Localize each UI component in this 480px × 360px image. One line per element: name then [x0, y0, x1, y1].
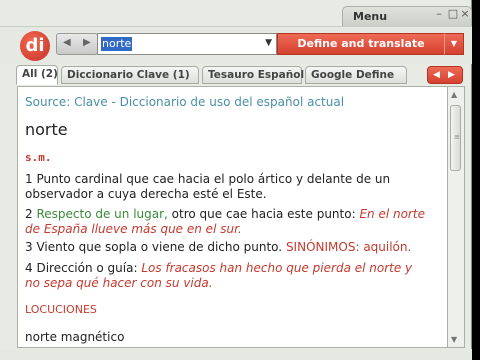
tab-diccionario-clave[interactable]: Diccionario Clave (1) [61, 66, 199, 84]
definition-item: 1 Punto cardinal que cae hacia el polo á… [25, 172, 425, 202]
source-link[interactable]: Clave - Diccionario de uso del español a… [74, 95, 344, 109]
definition-text: otro que cae hacia este punto: [167, 207, 356, 221]
search-input[interactable]: norte [101, 37, 133, 51]
definition-item: 4 Dirección o guía: Los fracasos han hec… [25, 261, 425, 291]
source-line: Source: Clave - Diccionario de uso del e… [25, 95, 344, 109]
minimize-button[interactable]: – [432, 8, 446, 20]
headword: norte [25, 120, 68, 139]
definition-number: 1 [25, 172, 33, 186]
grip-icon: ≡ [454, 133, 460, 141]
scroll-up-icon[interactable]: ▲ [451, 90, 457, 99]
vertical-scrollbar[interactable]: ▲ ≡ ▼ [448, 86, 465, 348]
app-window: Menu – □ × di ◀ ▶ norte ▼ Define and tra… [0, 0, 472, 360]
close-button[interactable]: × [458, 8, 472, 20]
app-logo: di [20, 31, 50, 61]
synonyms-label: SINÓNIMOS: [282, 240, 360, 254]
definition-number: 2 [25, 207, 33, 221]
definition-item: 3 Viento que sopla o viene de dicho punt… [25, 240, 425, 255]
back-arrow-icon[interactable]: ◀ [63, 37, 71, 48]
definition-text: Punto cardinal que cae hacia el polo árt… [25, 172, 391, 201]
scroll-down-icon[interactable]: ▼ [451, 335, 457, 344]
tab-prev-icon[interactable]: ◀ [433, 70, 440, 80]
definition-text: Dirección o guía: [36, 261, 138, 275]
define-options-dropdown[interactable]: ▼ [444, 33, 464, 55]
chevron-down-icon[interactable]: ▼ [265, 38, 272, 48]
locuciones-heading: LOCUCIONES [25, 303, 97, 316]
definition-number: 3 [25, 240, 33, 254]
tab-google-define[interactable]: Google Define [305, 66, 407, 84]
history-nav: ◀ ▶ [56, 33, 98, 55]
locution-item: norte magnético [25, 330, 125, 344]
tab-all[interactable]: All (2) [16, 65, 58, 85]
definition-panel: Source: Clave - Diccionario de uso del e… [17, 86, 448, 348]
source-prefix: Source: [25, 95, 71, 109]
window-bottom-edge [0, 349, 472, 360]
definition-text: Viento que sopla o viene de dicho punto. [36, 240, 283, 254]
search-combobox[interactable]: norte ▼ [97, 33, 277, 55]
menu-label[interactable]: Menu [353, 10, 387, 23]
scrollbar-thumb[interactable]: ≡ [450, 105, 461, 171]
definition-number: 4 [25, 261, 33, 275]
tab-tesauro-espanol[interactable]: Tesauro Español (1) [202, 66, 325, 84]
usage-label: Respecto de un lugar, [36, 207, 168, 221]
definition-item: 2 Respecto de un lugar, otro que cae hac… [25, 207, 425, 237]
synonym-link[interactable]: aquilón. [360, 240, 411, 254]
forward-arrow-icon[interactable]: ▶ [83, 37, 91, 48]
define-translate-button[interactable]: Define and translate [277, 33, 445, 55]
tab-next-icon[interactable]: ▶ [448, 70, 455, 80]
part-of-speech: s.m. [25, 151, 52, 164]
tab-scroll-controls: ◀ ▶ [427, 66, 463, 84]
